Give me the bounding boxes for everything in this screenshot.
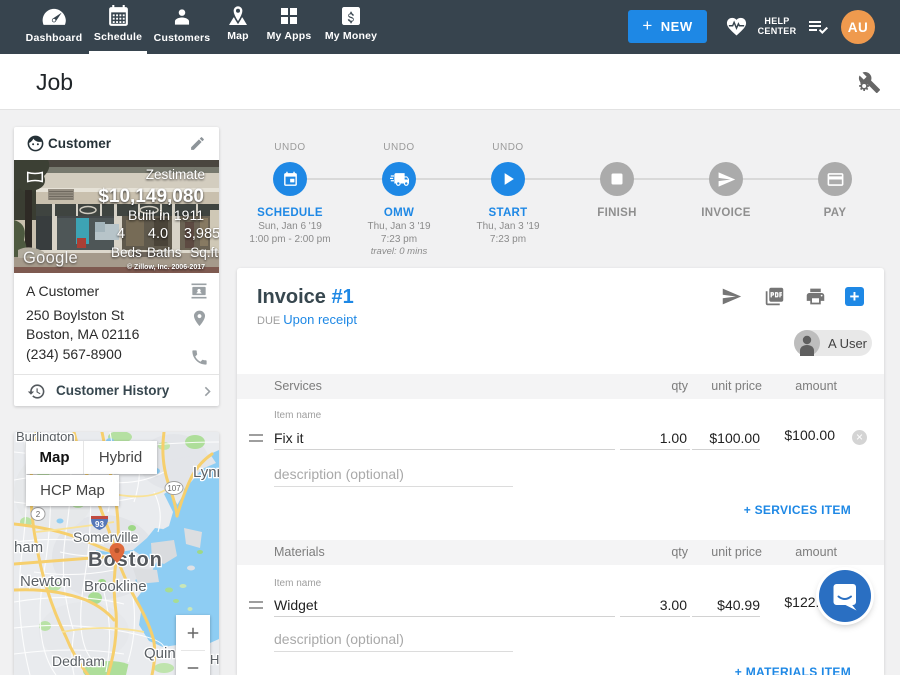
- svg-text:Brookline: Brookline: [84, 578, 147, 595]
- svg-text:Hi: Hi: [210, 652, 219, 667]
- svg-text:107: 107: [167, 484, 181, 493]
- svg-text:Somerville: Somerville: [73, 529, 139, 545]
- svg-text:Newton: Newton: [20, 573, 71, 590]
- svg-text:Boston: Boston: [88, 549, 163, 571]
- svg-text:Lynn: Lynn: [193, 464, 219, 481]
- svg-text:Dedham: Dedham: [52, 653, 105, 669]
- svg-text:2: 2: [36, 510, 41, 519]
- svg-text:93: 93: [95, 520, 104, 529]
- svg-text:ham: ham: [14, 539, 43, 556]
